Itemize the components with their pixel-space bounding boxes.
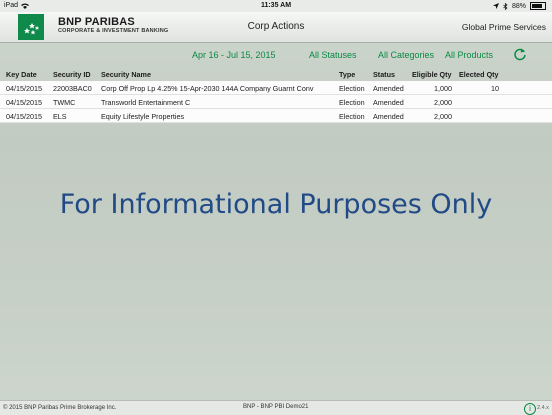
product-filter[interactable]: All Products [445, 50, 493, 60]
eligible-qty-cell: 2,000 [434, 112, 452, 121]
informational-watermark: For Informational Purposes Only [59, 189, 493, 220]
location-arrow-icon [492, 3, 499, 9]
global-prime-services-link[interactable]: Global Prime Services [462, 22, 546, 32]
table-row[interactable]: 04/15/2015 TWMC Transworld Entertainment… [0, 95, 552, 109]
type-cell: Election [339, 112, 365, 121]
col-security-id[interactable]: Security ID [53, 70, 91, 79]
copyright-text: © 2015 BNP Paribas Prime Brokerage Inc. [3, 405, 117, 411]
table-row[interactable]: 04/15/2015 22003BAC0 Corp Off Prop Lp 4.… [0, 81, 552, 95]
col-elected-qty[interactable]: Elected Qty [459, 70, 499, 79]
security-id-cell: ELS [53, 112, 67, 121]
status-cell: Amended [373, 112, 404, 121]
status-cell: Amended [373, 84, 404, 93]
security-name-cell: Corp Off Prop Lp 4.25% 15-Apr-2030 144A … [101, 84, 314, 93]
security-id-cell: 22003BAC0 [53, 84, 92, 93]
environment-label: BNP - BNP PBI Demo21 [243, 404, 309, 410]
battery-icon [530, 2, 546, 10]
corp-actions-table: Key Date Security ID Security Name Type … [0, 67, 552, 123]
status-time: 11:35 AM [260, 2, 292, 9]
device-status-bar: iPad 11:35 AM 88% [0, 0, 552, 12]
table-header: Key Date Security ID Security Name Type … [0, 67, 552, 81]
filter-bar: Apr 16 - Jul 15, 2015 All Statuses All C… [0, 42, 552, 67]
security-name-cell: Equity Lifestyle Properties [101, 112, 185, 121]
security-name-cell: Transworld Entertainment C [101, 98, 191, 107]
eligible-qty-cell: 2,000 [434, 98, 452, 107]
bluetooth-icon [503, 2, 508, 10]
category-filter[interactable]: All Categories [378, 50, 434, 60]
type-cell: Election [339, 98, 365, 107]
app-header: BNP PARIBAS CORPORATE & INVESTMENT BANKI… [0, 12, 552, 43]
security-id-cell: TWMC [53, 98, 76, 107]
status-cell: Amended [373, 98, 404, 107]
key-date-cell: 04/15/2015 [6, 98, 42, 107]
key-date-cell: 04/15/2015 [6, 84, 42, 93]
version-label: 2.4.x [537, 405, 549, 411]
footer-bar: © 2015 BNP Paribas Prime Brokerage Inc. … [0, 400, 552, 415]
type-cell: Election [339, 84, 365, 93]
col-status[interactable]: Status [373, 70, 395, 79]
key-date-cell: 04/15/2015 [6, 112, 42, 121]
info-icon[interactable]: i [524, 403, 536, 415]
status-filter[interactable]: All Statuses [309, 50, 357, 60]
col-eligible-qty[interactable]: Eligible Qty [412, 70, 452, 79]
eligible-qty-cell: 1,000 [434, 84, 452, 93]
elected-qty-cell: 10 [491, 84, 499, 93]
col-key-date[interactable]: Key Date [6, 70, 37, 79]
date-range-filter[interactable]: Apr 16 - Jul 15, 2015 [192, 50, 276, 60]
col-type[interactable]: Type [339, 70, 355, 79]
status-right: 88% [492, 2, 546, 10]
battery-percent: 88% [511, 2, 526, 10]
refresh-icon[interactable] [513, 47, 527, 61]
col-security-name[interactable]: Security Name [101, 70, 151, 79]
table-row[interactable]: 04/15/2015 ELS Equity Lifestyle Properti… [0, 109, 552, 123]
